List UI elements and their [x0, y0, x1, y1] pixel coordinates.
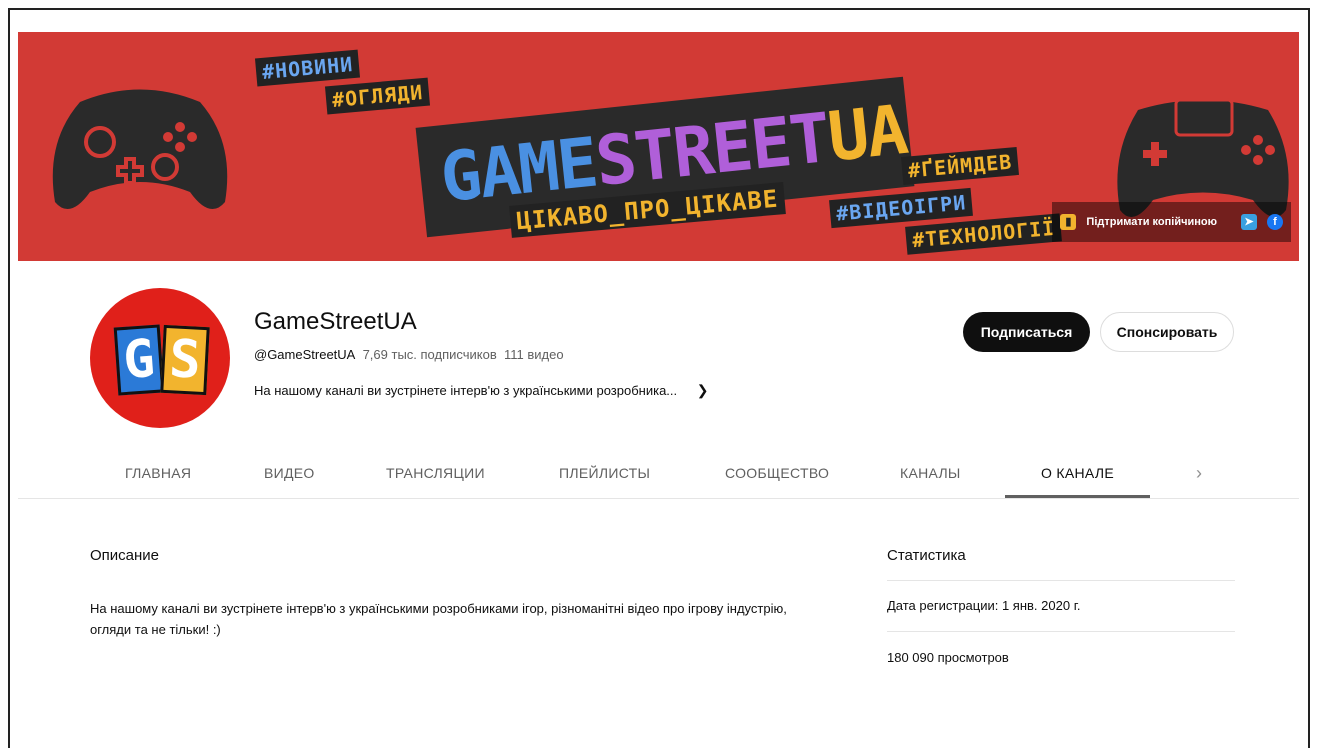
- tab-community[interactable]: СООБЩЕСТВО: [725, 450, 829, 498]
- tab-channels[interactable]: КАНАЛЫ: [900, 450, 961, 498]
- stats-title: Статистика: [887, 547, 966, 564]
- tab-about[interactable]: О КАНАЛЕ: [1005, 450, 1150, 498]
- channel-description-preview[interactable]: На нашому каналі ви зустрінете інтерв'ю …: [254, 382, 709, 399]
- facebook-icon[interactable]: f: [1267, 214, 1283, 230]
- channel-avatar[interactable]: G S: [90, 288, 230, 428]
- avatar-letter-g: G: [113, 324, 165, 396]
- avatar-letter-s: S: [160, 324, 210, 396]
- support-icon[interactable]: ▮: [1060, 214, 1077, 230]
- tabs-next-chevron-icon[interactable]: ›: [1196, 450, 1202, 498]
- channel-handle: @GameStreetUA: [254, 347, 356, 362]
- tag-gamedev: #ҐЕЙМДЕВ: [901, 146, 1020, 186]
- logo-part-street: STREET: [591, 99, 833, 203]
- stats-divider: [887, 631, 1235, 632]
- sponsor-button[interactable]: Спонсировать: [1100, 312, 1234, 352]
- view-count: 180 090 просмотров: [887, 650, 1009, 665]
- logo-part-ua: UA: [824, 90, 910, 178]
- registration-date: Дата регистрации: 1 янв. 2020 г.: [887, 598, 1081, 613]
- chevron-right-icon[interactable]: ❯: [697, 382, 709, 398]
- subscribe-button[interactable]: Подписаться: [963, 312, 1090, 352]
- channel-meta: @GameStreetUA 7,69 тыс. подписчиков 111 …: [254, 347, 564, 362]
- channel-tabs: ГЛАВНАЯ ВИДЕО ТРАНСЛЯЦИИ ПЛЕЙЛИСТЫ СООБЩ…: [18, 450, 1299, 499]
- banner-links: ▮ Підтримати копійчиною ➤ f: [1052, 202, 1291, 242]
- description-preview-text: На нашому каналі ви зустрінете інтерв'ю …: [254, 383, 678, 398]
- video-count: 111 видео: [503, 347, 564, 362]
- subscriber-count: 7,69 тыс. подписчиков: [362, 347, 497, 362]
- gamepad-left-icon: [52, 89, 228, 210]
- tag-reviews: #ОГЛЯДИ: [324, 77, 431, 115]
- stats-divider: [887, 580, 1235, 581]
- description-text: На нашому каналі ви зустрінете інтерв'ю …: [90, 601, 787, 637]
- channel-banner: #НОВИНИ #ОГЛЯДИ GAMESTREETUA ЦІКАВО_ПРО_…: [18, 32, 1299, 261]
- tab-videos[interactable]: ВИДЕО: [264, 450, 315, 498]
- support-link[interactable]: Підтримати копійчиною: [1086, 216, 1217, 228]
- tag-news: #НОВИНИ: [254, 49, 361, 87]
- channel-name: GameStreetUA: [254, 308, 417, 335]
- description-title: Описание: [90, 547, 160, 564]
- tab-home[interactable]: ГЛАВНАЯ: [125, 450, 191, 498]
- tab-live[interactable]: ТРАНСЛЯЦИИ: [386, 450, 485, 498]
- tab-playlists[interactable]: ПЛЕЙЛИСТЫ: [559, 450, 650, 498]
- telegram-icon[interactable]: ➤: [1241, 214, 1257, 230]
